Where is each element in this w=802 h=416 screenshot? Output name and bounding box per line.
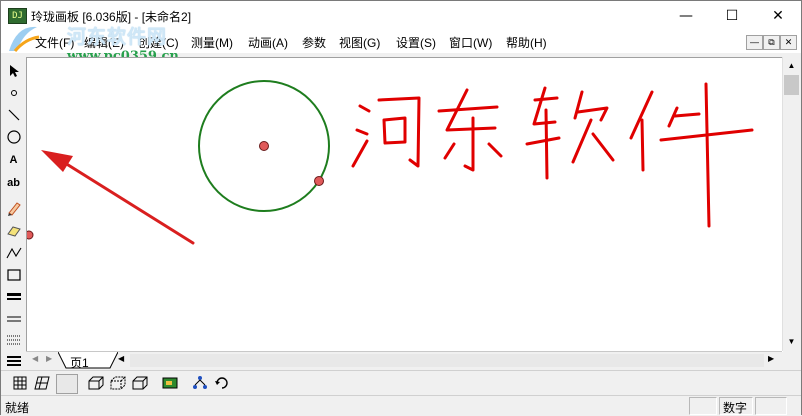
minimize-button[interactable]: — (663, 1, 709, 31)
point-icon[interactable] (4, 83, 23, 102)
app-window: DJ 玲珑画板 [6.036版] - [未命名2] — ☐ ✕ 文件(F) 编辑… (0, 0, 802, 415)
blank-toggle[interactable] (56, 374, 78, 394)
status-text: 就绪 (5, 401, 30, 415)
scroll-up-icon[interactable]: ▲ (784, 58, 799, 73)
tab-scroll-right-icon[interactable]: ▶ (46, 354, 52, 363)
label-icon[interactable]: ab (4, 173, 23, 192)
mdi-minimize-button[interactable]: — (746, 35, 763, 50)
hscroll-left-icon[interactable]: ◀ (118, 354, 124, 363)
box-icon[interactable] (131, 374, 149, 392)
thin-lines-icon[interactable] (4, 309, 23, 328)
line-icon[interactable] (4, 105, 23, 124)
mdi-restore-button[interactable]: ⧉ (763, 35, 780, 50)
cube-dashed-icon[interactable] (109, 374, 127, 392)
close-button[interactable]: ✕ (755, 1, 801, 31)
line-weight-icon[interactable] (4, 351, 23, 370)
skew-grid-icon[interactable] (33, 374, 51, 392)
pencil-icon[interactable] (4, 198, 23, 217)
circle-icon[interactable] (4, 127, 23, 146)
dotted-lines-icon[interactable] (4, 330, 23, 349)
circle-center-point[interactable] (259, 141, 269, 151)
drawing-canvas[interactable] (26, 57, 783, 352)
circle-radius-point[interactable] (314, 176, 324, 186)
transform-icon[interactable] (191, 374, 209, 392)
status-bar: 就绪 数字 (1, 395, 801, 415)
rotate-icon[interactable] (213, 374, 231, 392)
polyline-icon[interactable] (4, 243, 23, 262)
tab-scroll-left-icon[interactable]: ◀ (32, 354, 38, 363)
tool-palette: A ab (1, 57, 26, 369)
thick-line-icon[interactable] (4, 286, 23, 305)
watermark: 河东软件网 www.pc0359.cn (67, 22, 179, 64)
menu-view[interactable]: 视图(G) (339, 34, 380, 51)
color-fill-icon[interactable] (161, 374, 179, 392)
menu-window[interactable]: 窗口(W) (449, 34, 492, 51)
vertical-scrollbar[interactable]: ▲ ▼ (782, 57, 800, 351)
handwriting-strokes (351, 82, 754, 228)
hscroll-right-icon[interactable]: ▶ (768, 354, 774, 363)
scroll-down-icon[interactable]: ▼ (784, 334, 799, 349)
status-pane-scroll (755, 397, 787, 415)
watermark-title: 河东软件网 (67, 26, 168, 48)
eraser-icon[interactable] (4, 221, 23, 240)
page-tab-bar: ◀ ▶ 页1 ◀ ▶ (26, 351, 782, 370)
scroll-thumb[interactable] (784, 75, 799, 95)
maximize-button[interactable]: ☐ (709, 1, 755, 31)
menu-animation[interactable]: 动画(A) (248, 34, 288, 51)
status-pane-empty (689, 397, 717, 415)
menu-parameters[interactable]: 参数 (302, 34, 326, 51)
tab-page-1[interactable]: 页1 (70, 354, 89, 371)
numlock-indicator: 数字 (723, 401, 748, 415)
grid-icon[interactable] (11, 374, 29, 392)
rectangle-icon[interactable] (4, 265, 23, 284)
status-pane-numlock: 数字 (719, 397, 753, 415)
text-icon[interactable]: A (4, 150, 23, 169)
cube-icon[interactable] (87, 374, 105, 392)
watermark-logo-icon (9, 26, 40, 52)
arrow-select-icon[interactable] (4, 61, 23, 80)
edge-point[interactable] (27, 230, 34, 240)
annotation-arrow (41, 150, 195, 245)
horizontal-scrollbar[interactable] (130, 354, 764, 367)
menu-help[interactable]: 帮助(H) (506, 34, 547, 51)
menu-measure[interactable]: 测量(M) (191, 34, 233, 51)
bottom-toolbar (1, 370, 801, 396)
mdi-close-button[interactable]: ✕ (780, 35, 797, 50)
menu-settings[interactable]: 设置(S) (396, 34, 436, 51)
